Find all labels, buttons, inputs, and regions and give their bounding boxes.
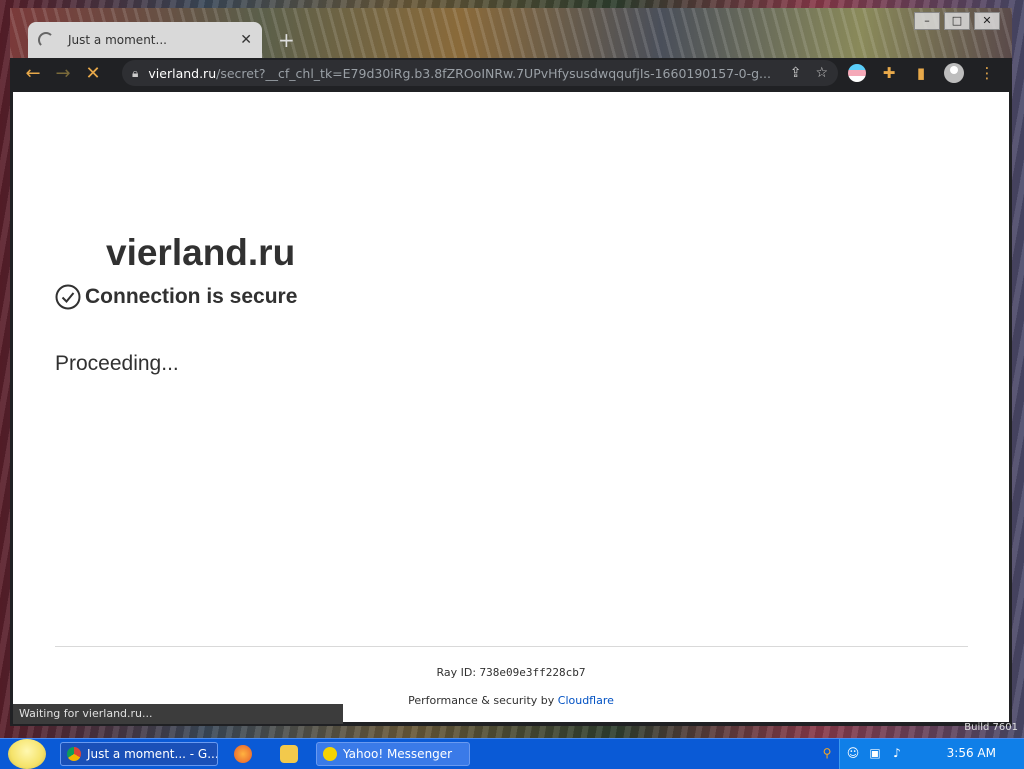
ray-id-line: Ray ID: 738e09e3ff228cb7 — [13, 666, 1009, 679]
address-bar[interactable]: 🔒︎ vierland.ru/secret?__cf_chl_tk=E79d30… — [122, 60, 838, 86]
bookmark-star-icon[interactable]: ☆ — [815, 65, 828, 81]
back-icon[interactable]: ← — [18, 63, 48, 84]
network-tray-icon[interactable]: ▣ — [868, 746, 882, 760]
url-path: /secret?__cf_chl_tk=E79d30iRg.b3.8fZROoI… — [216, 65, 771, 81]
taskbar-item-label: Just a moment... - G... — [87, 747, 218, 761]
messenger-tray-icon[interactable]: ☺ — [846, 746, 860, 760]
status-bubble: Waiting for vierland.ru... — [13, 704, 343, 724]
system-tray: ⚲ ☺ ▣ ♪ 3:56 AM — [823, 739, 1024, 769]
tab-close-icon[interactable]: ✕ — [240, 32, 252, 48]
start-button[interactable] — [8, 739, 46, 769]
search-tray-icon[interactable]: ⚲ — [820, 746, 834, 760]
account-icon[interactable] — [944, 63, 964, 83]
taskbar-item-yahoo-messenger[interactable]: Yahoo! Messenger — [316, 742, 470, 766]
url-text[interactable]: vierland.ru/secret?__cf_chl_tk=E79d30iRg… — [148, 66, 775, 81]
build-watermark: Build 7601 — [964, 722, 1018, 733]
share-icon[interactable]: ⇪ — [790, 65, 802, 81]
puzzle-extensions-icon[interactable]: ✚ — [880, 64, 898, 82]
toolbar-actions: ✚ ▮ ⋮ — [848, 58, 996, 88]
status-text: Proceeding... — [55, 352, 179, 375]
new-tab-button[interactable]: + — [278, 28, 295, 52]
maximize-button[interactable]: □ — [944, 12, 970, 30]
menu-dots-icon[interactable]: ⋮ — [978, 64, 996, 82]
clock[interactable]: 3:56 AM — [947, 746, 996, 760]
check-circle-icon — [55, 284, 81, 310]
stop-loading-icon[interactable]: ✕ — [78, 63, 108, 84]
url-host: vierland.ru — [148, 65, 217, 81]
tab-title: Just a moment... — [68, 33, 167, 47]
site-heading: vierland.ru — [106, 232, 296, 273]
lock-icon[interactable]: 🔒︎ — [132, 66, 138, 81]
chrome-icon — [67, 747, 81, 761]
firefox-icon[interactable] — [234, 745, 252, 763]
ray-id: 738e09e3ff228cb7 — [479, 666, 586, 679]
ray-label: Ray ID: — [436, 666, 480, 679]
secure-text: Connection is secure — [85, 285, 298, 308]
secure-status: Connection is secure — [55, 284, 297, 310]
extension-profile-icon[interactable] — [848, 64, 866, 82]
footer-divider — [55, 646, 968, 647]
yahoo-messenger-icon — [323, 747, 337, 761]
close-window-button[interactable]: ✕ — [974, 12, 1000, 30]
perf-prefix: Performance & security by — [408, 694, 558, 707]
browser-toolbar: ← → ✕ 🔒︎ vierland.ru/secret?__cf_chl_tk=… — [10, 58, 1012, 88]
browser-window: Just a moment... ✕ + – □ ✕ ← → ✕ 🔒︎ vier… — [10, 8, 1012, 726]
minimize-button[interactable]: – — [914, 12, 940, 30]
side-panel-icon[interactable]: ▮ — [912, 64, 930, 82]
folder-icon[interactable] — [280, 745, 298, 763]
taskbar-item-label: Yahoo! Messenger — [343, 747, 453, 761]
window-controls: – □ ✕ — [914, 12, 1000, 30]
title-bar: Just a moment... ✕ + – □ ✕ — [10, 8, 1012, 58]
forward-icon[interactable]: → — [48, 63, 78, 84]
loading-spinner-icon — [38, 32, 54, 48]
tab-just-a-moment[interactable]: Just a moment... ✕ — [28, 22, 262, 58]
cloudflare-link[interactable]: Cloudflare — [558, 694, 614, 707]
taskbar-item-chrome[interactable]: Just a moment... - G... — [60, 742, 218, 766]
volume-tray-icon[interactable]: ♪ — [890, 746, 904, 760]
taskbar: Just a moment... - G... Yahoo! Messenger… — [0, 738, 1024, 769]
page-content: vierland.ru Connection is secure Proceed… — [13, 92, 1009, 722]
